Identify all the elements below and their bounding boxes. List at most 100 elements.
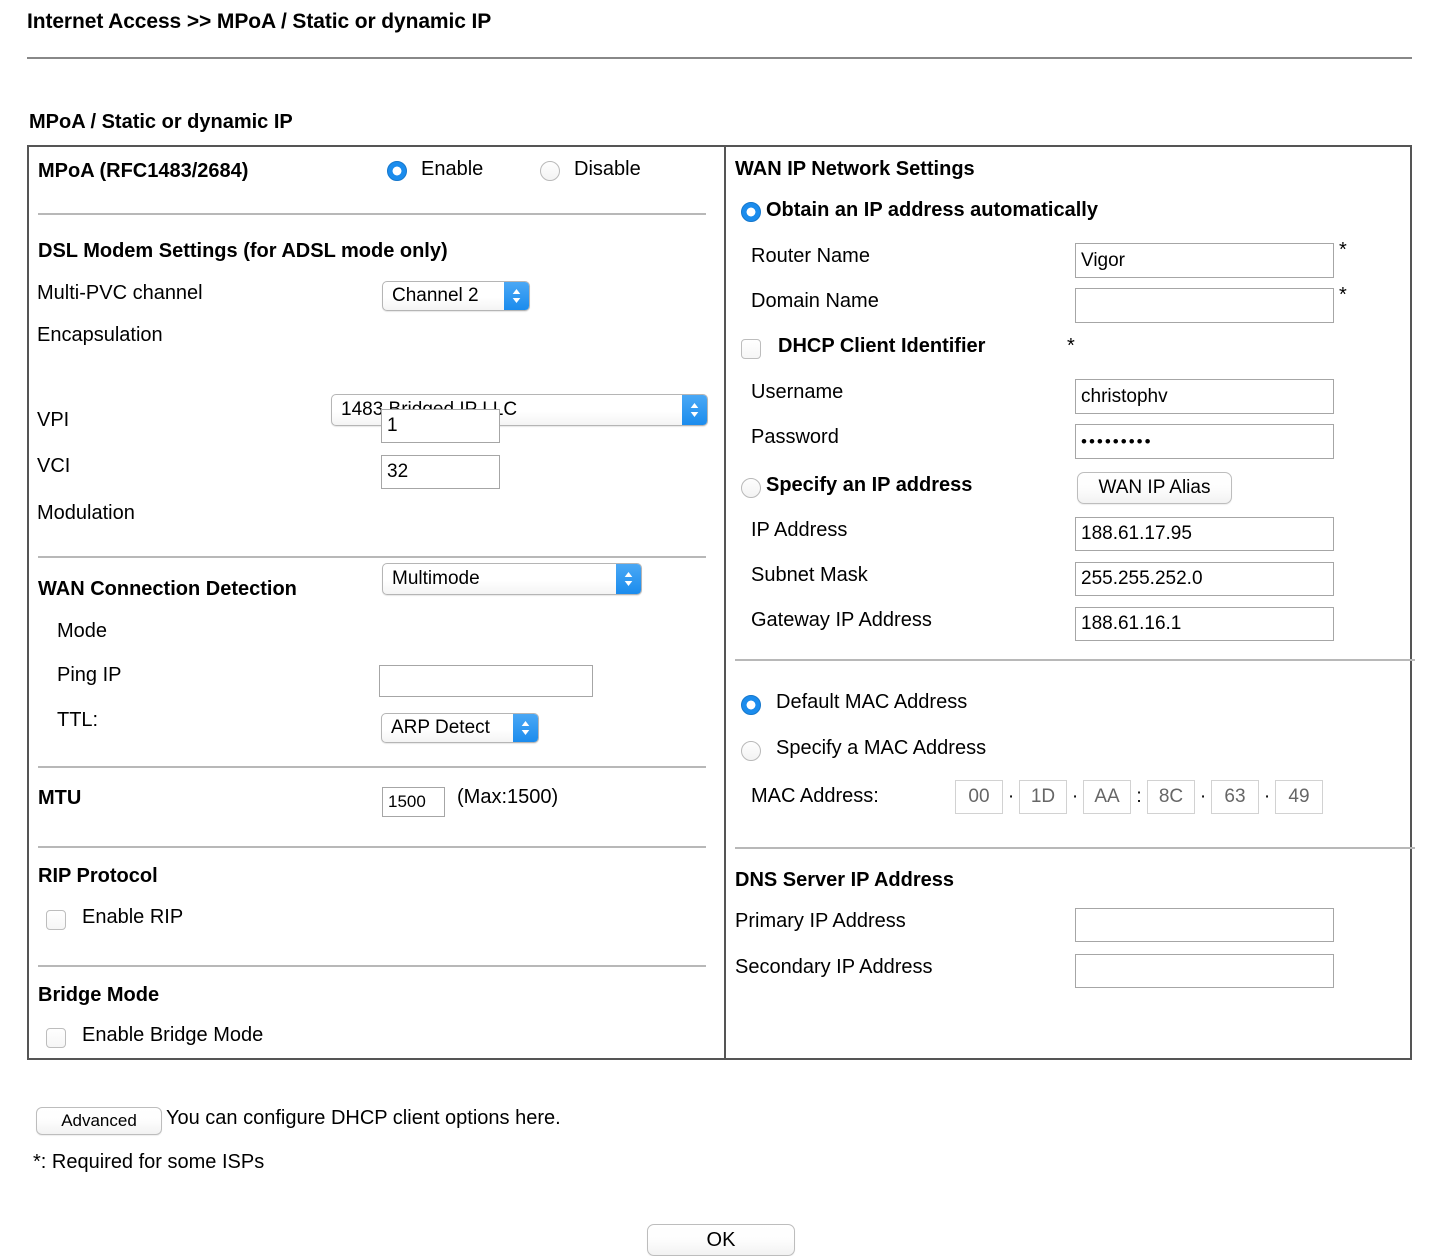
subnet-mask-label: Subnet Mask (751, 564, 868, 586)
obtain-ip-auto-label[interactable]: Obtain an IP address automatically (766, 199, 1098, 222)
username-input[interactable] (1075, 379, 1334, 414)
wan-ip-settings-title: WAN IP Network Settings (735, 158, 975, 180)
vpi-label: VPI (37, 409, 70, 431)
advanced-button[interactable]: Advanced (36, 1107, 162, 1135)
chevron-updown-icon (504, 282, 529, 310)
specify-ip-radio[interactable] (741, 478, 761, 498)
header-divider (27, 57, 1412, 59)
mpoa-disable-label[interactable]: Disable (574, 158, 641, 181)
modulation-select[interactable]: Multimode (382, 563, 642, 595)
dhcp-client-identifier-label[interactable]: DHCP Client Identifier (778, 335, 985, 358)
wan-ip-alias-button[interactable]: WAN IP Alias (1077, 472, 1232, 504)
mac-address-label: MAC Address: (751, 785, 879, 807)
checkbox-unchecked-icon (46, 910, 66, 930)
ip-address-label: IP Address (751, 519, 848, 541)
dhcp-client-identifier-star: * (1067, 335, 1075, 357)
checkbox-unchecked-icon (46, 1028, 66, 1048)
specify-mac-label[interactable]: Specify a MAC Address (776, 737, 986, 760)
mpoa-disable-radio[interactable] (540, 161, 560, 181)
rip-protocol-title: RIP Protocol (38, 865, 158, 887)
mpoa-enable-radio[interactable] (387, 161, 407, 181)
gateway-ip-input[interactable] (1075, 607, 1334, 641)
mac-separator-1: · (1007, 786, 1015, 807)
settings-panel: MPoA (RFC1483/2684) Enable Disable DSL M… (27, 145, 1415, 1060)
secondary-dns-input[interactable] (1075, 954, 1334, 988)
left-settings-column: MPoA (RFC1483/2684) Enable Disable DSL M… (29, 147, 724, 1058)
mac-separator-3: : (1136, 786, 1142, 807)
username-label: Username (751, 381, 844, 403)
domain-name-label: Domain Name (751, 290, 879, 312)
modulation-select-value: Multimode (392, 568, 480, 589)
enable-rip-label[interactable]: Enable RIP (82, 906, 183, 929)
ip-address-input[interactable] (1075, 517, 1334, 551)
default-mac-radio[interactable] (741, 695, 761, 715)
secondary-dns-label: Secondary IP Address (735, 956, 933, 978)
password-label: Password (751, 426, 839, 448)
chevron-updown-icon (616, 564, 641, 594)
right-settings-column: WAN IP Network Settings Obtain an IP add… (726, 147, 1415, 1058)
default-mac-label[interactable]: Default MAC Address (776, 691, 967, 714)
modulation-label: Modulation (37, 502, 135, 524)
router-name-input[interactable] (1075, 243, 1334, 278)
vci-input[interactable] (381, 455, 500, 489)
multi-pvc-label: Multi-PVC channel (37, 282, 203, 304)
detect-mode-select[interactable]: ARP Detect (381, 713, 539, 743)
primary-dns-input[interactable] (1075, 908, 1334, 942)
enable-bridge-mode-checkbox[interactable] (46, 1028, 66, 1048)
checkbox-unchecked-icon (741, 339, 761, 359)
advanced-note: You can configure DHCP client options he… (166, 1107, 561, 1129)
wan-detection-title: WAN Connection Detection (38, 578, 297, 600)
specify-ip-label[interactable]: Specify an IP address (766, 474, 972, 497)
ok-button[interactable]: OK (647, 1224, 795, 1256)
specify-mac-radio[interactable] (741, 741, 761, 761)
mac-octet-4[interactable]: 8C (1147, 780, 1195, 814)
dhcp-client-identifier-checkbox[interactable] (741, 339, 761, 359)
breadcrumb: Internet Access >> MPoA / Static or dyna… (27, 10, 492, 33)
bridge-mode-title: Bridge Mode (38, 984, 160, 1006)
domain-name-input[interactable] (1075, 288, 1334, 323)
required-isp-note: *: Required for some ISPs (33, 1151, 265, 1173)
dns-server-title: DNS Server IP Address (735, 869, 954, 891)
enable-bridge-mode-label[interactable]: Enable Bridge Mode (82, 1024, 263, 1047)
radio-on-icon (741, 695, 761, 715)
divider (38, 846, 706, 848)
mpoa-enable-label[interactable]: Enable (421, 158, 483, 181)
mtu-label: MTU (38, 787, 82, 809)
chevron-updown-icon (513, 714, 538, 742)
obtain-ip-auto-radio[interactable] (741, 202, 761, 222)
multi-pvc-select[interactable]: Channel 2 (382, 281, 530, 311)
enable-rip-checkbox[interactable] (46, 910, 66, 930)
mac-octet-5[interactable]: 63 (1211, 780, 1259, 814)
divider (38, 213, 706, 215)
ping-ip-input[interactable] (379, 665, 593, 697)
vci-label: VCI (37, 455, 71, 477)
radio-on-icon (387, 161, 407, 181)
radio-off-icon (741, 741, 761, 761)
detect-mode-select-value: ARP Detect (391, 717, 490, 738)
mac-octet-1[interactable]: 00 (955, 780, 1003, 814)
mac-separator-5: · (1263, 786, 1271, 807)
divider (735, 659, 1415, 661)
vpi-input[interactable] (381, 409, 500, 443)
mtu-input[interactable] (382, 787, 445, 817)
divider (38, 766, 706, 768)
mac-octet-2[interactable]: 1D (1019, 780, 1067, 814)
gateway-ip-label: Gateway IP Address (751, 609, 932, 631)
dsl-settings-title: DSL Modem Settings (for ADSL mode only) (38, 240, 448, 262)
radio-off-icon (540, 161, 560, 181)
domain-name-required-star: * (1339, 284, 1347, 306)
detect-mode-label: Mode (57, 620, 108, 642)
radio-off-icon (741, 478, 761, 498)
mac-octet-6[interactable]: 49 (1275, 780, 1323, 814)
router-name-required-star: * (1339, 239, 1347, 261)
page-title: MPoA / Static or dynamic IP (29, 111, 293, 133)
password-input[interactable]: ••••••••• (1075, 424, 1334, 459)
mac-octet-3[interactable]: AA (1083, 780, 1131, 814)
password-masked-value: ••••••••• (1081, 431, 1153, 451)
subnet-mask-input[interactable] (1075, 562, 1334, 596)
divider (735, 847, 1415, 849)
mac-address-octets: 00 · 1D · AA : 8C · 63 · 49 (955, 780, 1323, 814)
mac-separator-2: · (1071, 786, 1079, 807)
chevron-updown-icon (682, 395, 707, 425)
ttl-label: TTL: (57, 709, 99, 731)
